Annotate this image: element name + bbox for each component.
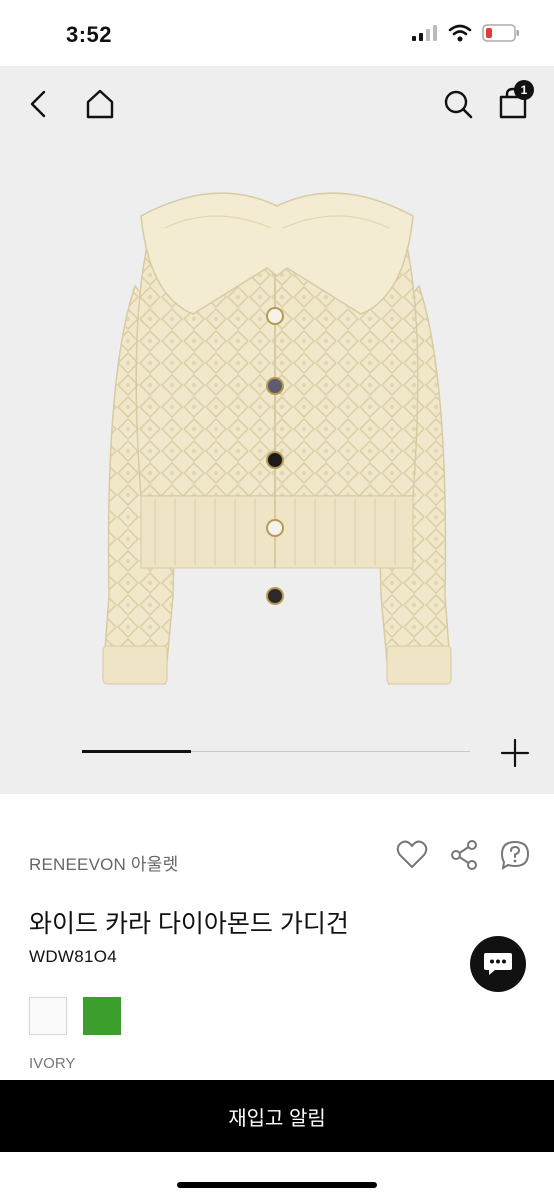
color-swatches bbox=[29, 997, 121, 1035]
home-button[interactable] bbox=[82, 86, 118, 122]
product-name: 와이드 카라 다이아몬드 가디건 bbox=[29, 910, 349, 938]
cart-count-badge: 1 bbox=[514, 80, 534, 100]
wifi-icon bbox=[448, 24, 472, 42]
search-icon bbox=[444, 90, 473, 119]
selected-color-label: IVORY bbox=[29, 1055, 76, 1072]
restock-alert-label: 재입고 알림 bbox=[228, 1107, 326, 1130]
product-image[interactable] bbox=[95, 176, 459, 696]
swatch-ivory[interactable] bbox=[29, 997, 67, 1035]
restock-alert-button[interactable]: 재입고 알림 bbox=[0, 1080, 554, 1152]
brand-name[interactable]: RENEEVON 아울렛 bbox=[29, 850, 178, 875]
plus-icon bbox=[500, 738, 530, 768]
status-bar: 3:52 bbox=[0, 0, 554, 66]
product-gallery[interactable]: 1 bbox=[0, 66, 554, 794]
home-icon bbox=[86, 89, 114, 119]
product-info: RENEEVON 아울렛 와이드 카라 다이아몬드 가디건 WDW81O4 IV… bbox=[0, 794, 554, 1080]
status-time: 3:52 bbox=[66, 22, 113, 47]
question-chat-icon[interactable] bbox=[500, 840, 530, 870]
search-button[interactable] bbox=[440, 86, 476, 122]
battery-icon bbox=[482, 24, 519, 42]
product-code: WDW81O4 bbox=[29, 947, 118, 966]
zoom-button[interactable] bbox=[498, 736, 532, 770]
share-icon[interactable] bbox=[450, 840, 478, 870]
home-indicator[interactable] bbox=[177, 1182, 377, 1188]
chat-bubble-icon bbox=[484, 953, 512, 975]
gallery-progress-track bbox=[82, 750, 470, 753]
signal-icon bbox=[412, 25, 437, 41]
chevron-left-icon bbox=[30, 90, 46, 118]
gallery-progress-fill bbox=[82, 750, 191, 753]
status-icons bbox=[412, 24, 520, 42]
back-button[interactable] bbox=[22, 88, 54, 120]
heart-icon[interactable] bbox=[396, 840, 428, 870]
cart-button[interactable]: 1 bbox=[496, 80, 534, 120]
swatch-green[interactable] bbox=[83, 997, 121, 1035]
home-indicator-area bbox=[0, 1152, 554, 1200]
product-actions bbox=[396, 840, 530, 870]
chat-button[interactable] bbox=[470, 936, 526, 992]
